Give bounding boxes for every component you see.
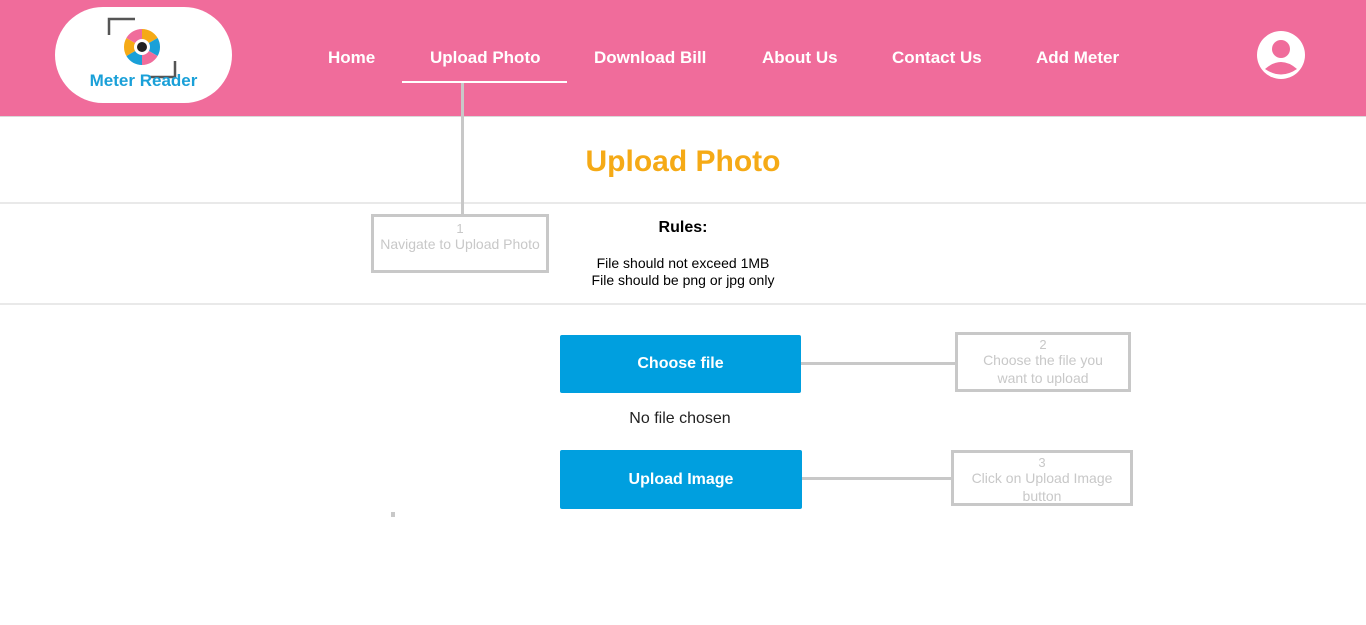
callout-number: 3 bbox=[1038, 455, 1046, 470]
nav-home[interactable]: Home bbox=[328, 47, 375, 69]
callout-1: 1 Navigate to Upload Photo bbox=[371, 214, 549, 273]
callout-2: 2 Choose the file you want to upload bbox=[955, 332, 1131, 392]
upload-image-button[interactable]: Upload Image bbox=[560, 450, 802, 509]
header-bar: Meter Reader Home Upload Photo Download … bbox=[0, 0, 1366, 117]
callout-number: 1 bbox=[456, 221, 464, 236]
file-status-text: No file chosen bbox=[629, 410, 731, 427]
nav-active-underline bbox=[402, 81, 567, 83]
callout-text: Navigate to Upload Photo bbox=[380, 236, 540, 252]
callout-connector bbox=[802, 477, 953, 480]
callout-3: 3 Click on Upload Image button bbox=[951, 450, 1133, 506]
callout-text: Click on Upload Image button bbox=[971, 470, 1113, 504]
user-avatar-icon[interactable] bbox=[1256, 30, 1306, 80]
nav-add-meter[interactable]: Add Meter bbox=[1036, 47, 1119, 69]
nav-download-bill[interactable]: Download Bill bbox=[594, 47, 706, 69]
divider bbox=[0, 303, 1366, 305]
nav-contact-us[interactable]: Contact Us bbox=[892, 47, 982, 69]
rule-item: File should not exceed 1MB bbox=[596, 255, 770, 271]
choose-file-button[interactable]: Choose file bbox=[560, 335, 801, 393]
rule-item: File should be png or jpg only bbox=[591, 272, 775, 288]
callout-connector bbox=[801, 362, 957, 365]
camera-aperture-icon bbox=[107, 17, 177, 79]
logo-text: Meter Reader bbox=[89, 71, 198, 90]
stray-mark bbox=[391, 512, 395, 517]
callout-text: Choose the file you want to upload bbox=[983, 352, 1103, 386]
logo[interactable]: Meter Reader bbox=[55, 7, 232, 103]
callout-number: 2 bbox=[1039, 337, 1047, 352]
page-title: Upload Photo bbox=[585, 145, 781, 178]
callout-connector bbox=[461, 83, 464, 216]
nav-about-us[interactable]: About Us bbox=[762, 47, 838, 69]
rules-heading: Rules: bbox=[658, 219, 708, 236]
divider bbox=[0, 202, 1366, 204]
nav-upload-photo[interactable]: Upload Photo bbox=[430, 47, 540, 69]
